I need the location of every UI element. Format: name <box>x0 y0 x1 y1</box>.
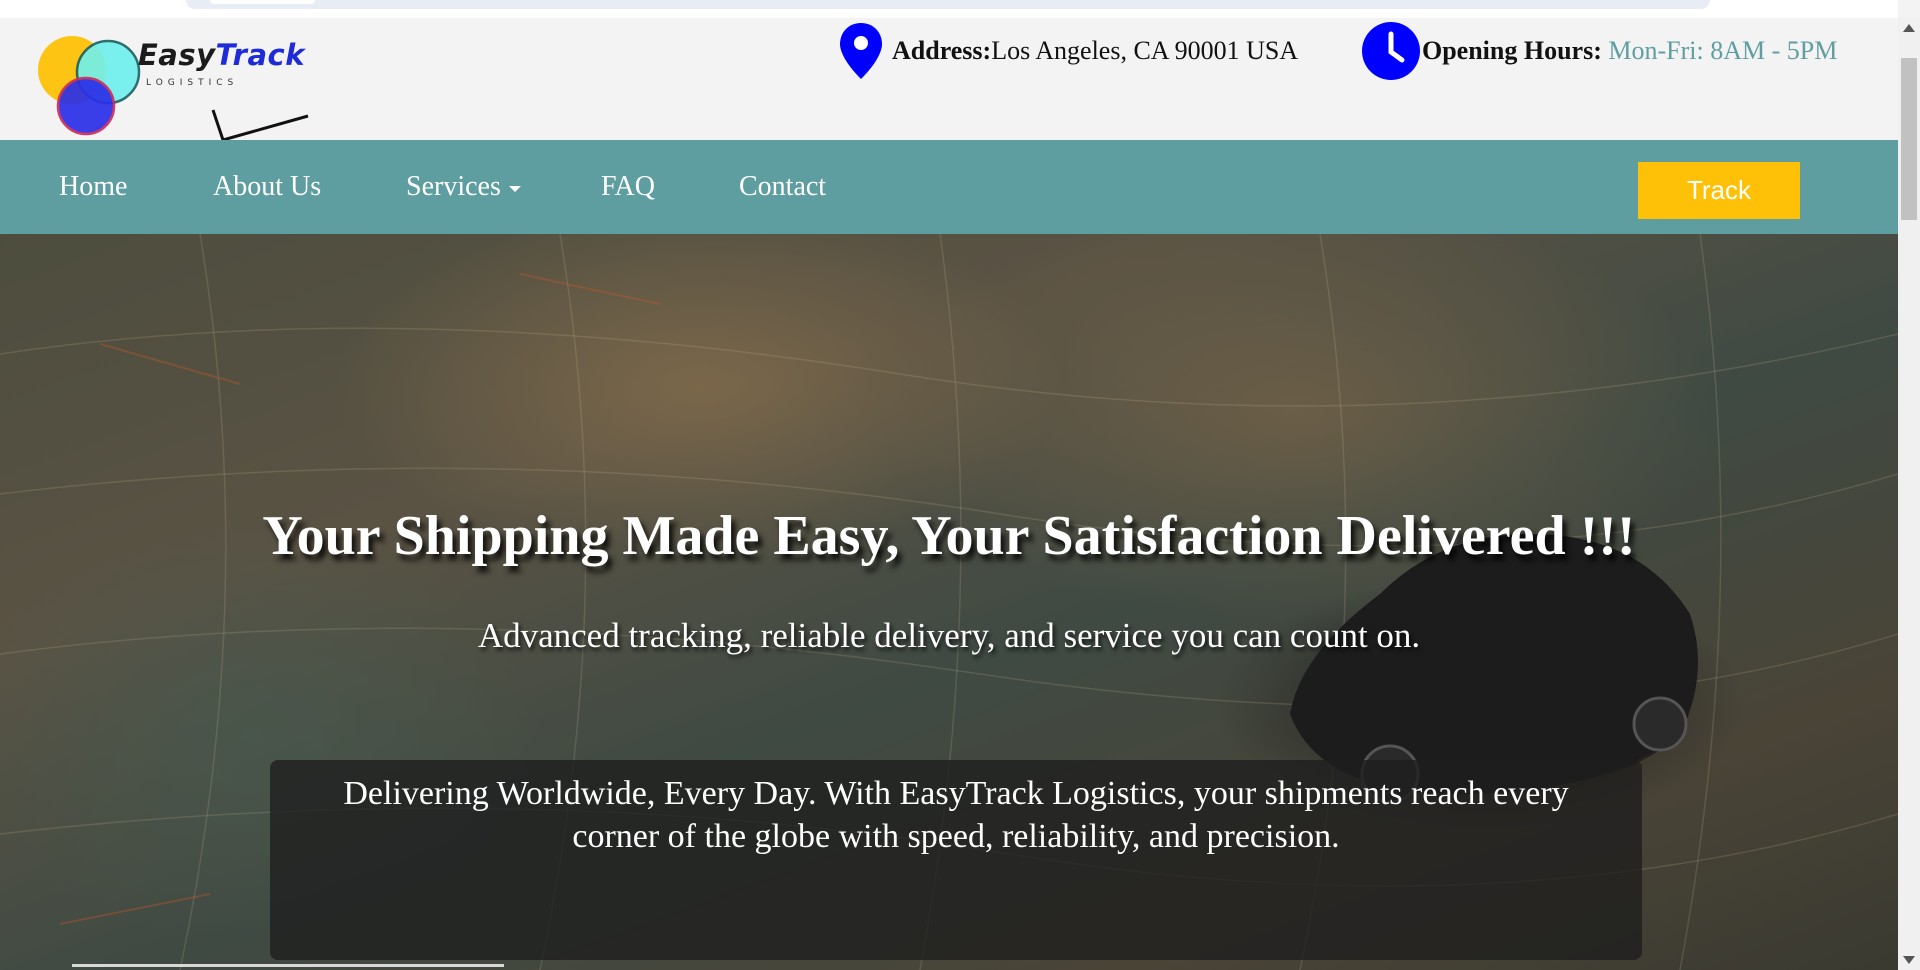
address-bar-tab <box>210 0 315 4</box>
vertical-scrollbar[interactable] <box>1898 18 1920 970</box>
address-info: Address:Los Angeles, CA 90001 USA <box>830 20 1298 82</box>
nav-faq[interactable]: FAQ <box>601 140 655 234</box>
hero-box-text: Delivering Worldwide, Every Day. With Ea… <box>343 775 1569 855</box>
nav-services-label: Services <box>406 171 501 202</box>
brand-name: EasyTrack <box>138 38 305 72</box>
address-value: Los Angeles, CA 90001 USA <box>991 36 1299 65</box>
track-button[interactable]: Track <box>1638 162 1800 219</box>
hours-label: Opening Hours: <box>1422 36 1602 65</box>
brand-name-track: Track <box>215 38 305 72</box>
hero-divider <box>72 964 504 967</box>
clock-icon <box>1360 20 1422 82</box>
caret-down-icon <box>508 185 521 192</box>
browser-top-strip <box>0 0 1898 18</box>
brand-tagline: LOGISTICS <box>146 78 239 88</box>
nav-home[interactable]: Home <box>59 140 127 234</box>
brand-name-easy: Easy <box>138 38 216 72</box>
hero-banner: Your Shipping Made Easy, Your Satisfacti… <box>0 234 1898 970</box>
nav-contact[interactable]: Contact <box>739 140 826 234</box>
hours-value: Mon-Fri: 8AM - 5PM <box>1608 36 1838 65</box>
nav-services[interactable]: Services <box>406 140 521 234</box>
hero-title: Your Shipping Made Easy, Your Satisfacti… <box>262 505 1636 567</box>
hero-subtitle: Advanced tracking, reliable delivery, an… <box>477 616 1421 655</box>
hero-info-box: Delivering Worldwide, Every Day. With Ea… <box>270 760 1642 960</box>
nav-about-us[interactable]: About Us <box>213 140 321 234</box>
map-pin-icon <box>830 20 892 82</box>
brand-logo[interactable]: EasyTrack LOGISTICS <box>18 20 318 140</box>
address-label: Address: <box>892 36 992 65</box>
address-text: Address:Los Angeles, CA 90001 USA <box>892 36 1298 66</box>
hours-text: Opening Hours: Mon-Fri: 8AM - 5PM <box>1422 36 1837 66</box>
scroll-down-arrow-icon[interactable] <box>1903 956 1915 964</box>
site-header: EasyTrack LOGISTICS Address:Los Angeles,… <box>0 18 1898 140</box>
address-bar-edge <box>186 0 1710 9</box>
scroll-up-arrow-icon[interactable] <box>1903 24 1915 32</box>
hours-info: Opening Hours: Mon-Fri: 8AM - 5PM <box>1360 20 1837 82</box>
scroll-thumb[interactable] <box>1901 58 1917 220</box>
main-nav: Home About Us Services FAQ Contact Track <box>0 140 1898 234</box>
